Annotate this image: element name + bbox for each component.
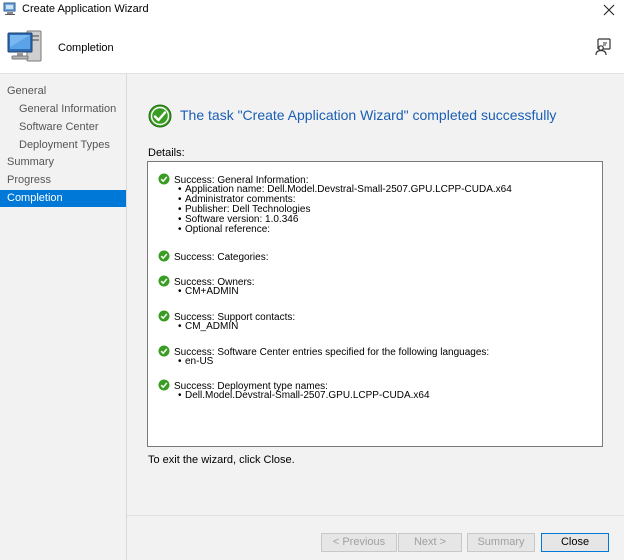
page-heading: Completion — [58, 42, 114, 54]
success-check-icon — [148, 104, 172, 128]
sidebar-item-completion: Completion — [0, 190, 126, 207]
detail-bullet: Dell.Model.Devstral-Small-2507.GPU.LCPP-… — [178, 391, 430, 402]
detail-bullet: CM+ADMIN — [178, 287, 239, 298]
summary-button[interactable]: Summary — [467, 533, 535, 552]
detail-bullets: CM+ADMIN — [178, 287, 239, 298]
success-check-icon — [158, 173, 170, 185]
wizard-sidebar: General General Information Software Cen… — [0, 74, 127, 560]
wizard-header: Completion — [0, 20, 624, 74]
wizard-content: The task "Create Application Wizard" com… — [127, 74, 624, 560]
window-close-button[interactable] — [600, 1, 618, 19]
detail-bullet: Optional reference: — [178, 225, 512, 236]
sidebar-item-general-information: General Information — [19, 103, 117, 115]
detail-bullet: en-US — [178, 357, 213, 368]
close-button[interactable]: Close — [541, 533, 609, 552]
wizard-app-icon — [3, 2, 16, 15]
sidebar-item-deployment-types: Deployment Types — [19, 139, 110, 151]
detail-bullets: en-US — [178, 357, 213, 368]
sidebar-item-software-center: Software Center — [19, 121, 99, 133]
detail-heading: Success: Software Center entries specifi… — [174, 347, 490, 358]
sidebar-item-general: General — [7, 85, 47, 97]
computer-icon — [7, 30, 42, 62]
success-check-icon — [158, 345, 170, 357]
close-icon — [603, 4, 615, 16]
help-person-icon[interactable] — [594, 38, 612, 56]
sidebar-item-progress: Progress — [7, 174, 52, 186]
details-box[interactable]: Success: General Information: Applicatio… — [147, 161, 603, 447]
details-label: Details: — [148, 147, 185, 159]
exit-instructions: To exit the wizard, click Close. — [148, 454, 295, 466]
detail-bullet: CM_ADMIN — [178, 322, 238, 333]
sidebar-item-summary: Summary — [7, 156, 55, 168]
detail-heading: Success: Categories: — [174, 252, 269, 263]
next-button[interactable]: Next > — [398, 533, 462, 552]
success-check-icon — [158, 275, 170, 287]
completion-headline: The task "Create Application Wizard" com… — [180, 107, 557, 123]
detail-bullets: Dell.Model.Devstral-Small-2507.GPU.LCPP-… — [178, 391, 430, 402]
title-bar: Create Application Wizard — [0, 0, 624, 20]
detail-bullets: Application name: Dell.Model.Devstral-Sm… — [178, 185, 512, 236]
success-check-icon — [158, 250, 170, 262]
window-title: Create Application Wizard — [22, 3, 149, 15]
success-check-icon — [158, 310, 170, 322]
wizard-footer: < Previous Next > Summary Close — [127, 515, 624, 560]
detail-bullets: CM_ADMIN — [178, 322, 238, 333]
previous-button[interactable]: < Previous — [321, 533, 397, 552]
success-check-icon — [158, 379, 170, 391]
